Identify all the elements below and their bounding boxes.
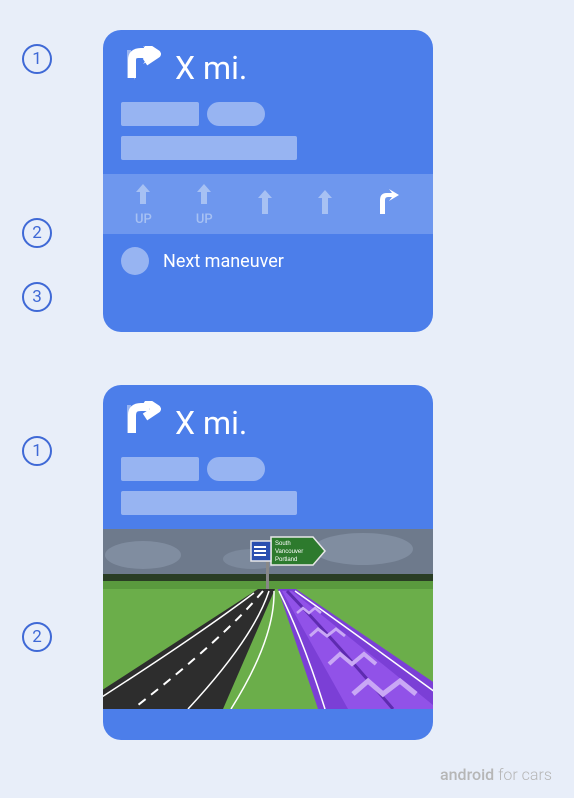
info-placeholder-pill <box>207 102 265 126</box>
info-row-1 <box>103 98 433 130</box>
lane-right-icon <box>377 188 401 220</box>
lane-item <box>377 188 401 220</box>
lane-up-icon <box>317 188 333 220</box>
lane-item: UP <box>135 182 152 227</box>
distance-text: X mi. <box>175 49 247 87</box>
next-maneuver-strip: Next maneuver <box>103 234 433 288</box>
annotation-3a: 3 <box>22 282 52 312</box>
annotation-2b: 2 <box>22 622 52 652</box>
lane-item: UP <box>196 182 213 227</box>
info-placeholder-bar <box>121 491 297 515</box>
info-row-2 <box>103 485 433 529</box>
lane-up-icon <box>257 188 273 220</box>
annotation-2a: 2 <box>22 218 52 248</box>
lane-item <box>317 188 333 220</box>
turn-right-icon <box>121 401 161 445</box>
annotation-1a: 1 <box>22 44 52 74</box>
lane-up-icon <box>196 182 212 210</box>
lane-up-icon <box>135 182 151 210</box>
nav-card-lanes: X mi. UP UP <box>103 30 433 332</box>
svg-text:Portland: Portland <box>275 557 297 563</box>
lane-item <box>257 188 273 220</box>
info-placeholder-rect <box>121 102 199 126</box>
watermark: android for cars <box>440 765 552 784</box>
info-row-2 <box>103 130 433 174</box>
lane-label: UP <box>196 212 213 227</box>
info-placeholder-rect <box>121 457 199 481</box>
turn-right-icon <box>121 46 161 90</box>
info-placeholder-bar <box>121 136 297 160</box>
svg-text:South: South <box>275 541 291 547</box>
nav-header: X mi. <box>103 385 433 453</box>
nav-card-junction: X mi. <box>103 385 433 740</box>
svg-text:Vancouver: Vancouver <box>275 549 303 555</box>
nav-header: X mi. <box>103 30 433 98</box>
annotation-1b: 1 <box>22 436 52 466</box>
junction-sign: South Vancouver Portland <box>251 537 325 565</box>
junction-view: South Vancouver Portland <box>103 529 433 709</box>
distance-text: X mi. <box>175 404 247 442</box>
lane-strip: UP UP <box>103 174 433 234</box>
info-placeholder-pill <box>207 457 265 481</box>
info-row-1 <box>103 453 433 485</box>
next-maneuver-text: Next maneuver <box>163 251 284 272</box>
next-maneuver-icon <box>121 247 149 275</box>
lane-label: UP <box>135 212 152 227</box>
